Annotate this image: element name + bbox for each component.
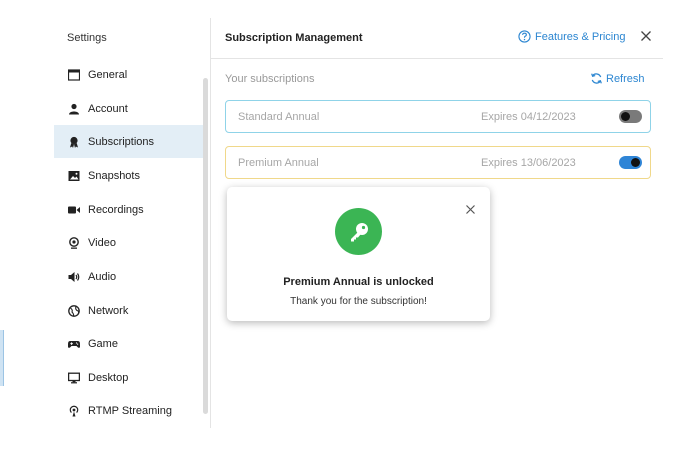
- main-header: Subscription Management Features & Prici…: [211, 18, 663, 59]
- help-icon: [518, 30, 531, 43]
- settings-sidebar: Settings General Account Subscriptions S…: [54, 18, 210, 428]
- page-title: Subscription Management: [225, 32, 363, 44]
- sidebar-item-network[interactable]: Network: [54, 294, 208, 327]
- video-camera-icon: [67, 203, 80, 216]
- subscription-row-premium: Premium Annual Expires 13/06/2023: [225, 146, 651, 179]
- refresh-icon: [591, 73, 602, 84]
- sidebar-item-rtmp-streaming[interactable]: RTMP Streaming: [54, 394, 208, 427]
- subscription-toggle-premium[interactable]: [619, 156, 642, 169]
- toggle-knob: [621, 112, 630, 121]
- broadcast-icon: [67, 404, 80, 417]
- sidebar-item-label: Recordings: [88, 203, 144, 216]
- sidebar-item-label: Audio: [88, 270, 117, 283]
- key-icon: [350, 222, 368, 241]
- sidebar-item-account[interactable]: Account: [54, 92, 208, 125]
- sidebar-item-subscriptions[interactable]: Subscriptions: [54, 125, 208, 158]
- subscription-expiry: Expires 13/06/2023: [481, 157, 576, 169]
- subscription-toggle-standard[interactable]: [619, 110, 642, 123]
- image-icon: [67, 169, 80, 182]
- sidebar-item-label: Network: [88, 304, 129, 317]
- sidebar-item-label: Account: [88, 102, 128, 115]
- sidebar-item-desktop[interactable]: Desktop: [54, 361, 208, 394]
- sidebar-item-label: Video: [88, 236, 116, 249]
- subscription-row-standard: Standard Annual Expires 04/12/2023: [225, 100, 651, 133]
- sidebar-item-general[interactable]: General: [54, 58, 208, 91]
- close-settings-button[interactable]: [639, 29, 653, 43]
- sidebar-item-label: Subscriptions: [88, 135, 155, 148]
- sidebar-title: Settings: [67, 32, 107, 44]
- gamepad-icon: [67, 337, 80, 350]
- key-badge: [335, 208, 382, 255]
- sidebar-item-game[interactable]: Game: [54, 327, 208, 360]
- close-icon: [466, 205, 475, 214]
- panel-divider: [210, 18, 211, 428]
- monitor-icon: [67, 371, 80, 384]
- close-icon: [641, 31, 651, 41]
- webcam-icon: [67, 236, 80, 249]
- unlock-confirmation-popup: Premium Annual is unlocked Thank you for…: [227, 187, 490, 321]
- popup-message: Thank you for the subscription!: [290, 296, 427, 307]
- features-pricing-label: Features & Pricing: [535, 30, 626, 43]
- refresh-button[interactable]: Refresh: [590, 72, 645, 85]
- sidebar-item-label: RTMP Streaming: [88, 404, 172, 417]
- badge-icon: [67, 135, 80, 148]
- sidebar-item-label: Desktop: [88, 371, 129, 384]
- speaker-icon: [67, 270, 80, 283]
- sidebar-item-label: General: [88, 68, 128, 81]
- sidebar-item-video[interactable]: Video: [54, 226, 208, 259]
- popup-title: Premium Annual is unlocked: [283, 276, 434, 288]
- subscription-name: Standard Annual: [238, 111, 320, 123]
- sidebar-item-label: Game: [88, 337, 118, 350]
- sidebar-item-audio[interactable]: Audio: [54, 260, 208, 293]
- left-edge-accent: [0, 330, 4, 386]
- subscription-name: Premium Annual: [238, 157, 319, 169]
- user-icon: [67, 102, 80, 115]
- window-icon: [67, 68, 80, 81]
- globe-icon: [67, 304, 80, 317]
- subscription-expiry: Expires 04/12/2023: [481, 111, 576, 123]
- features-pricing-link[interactable]: Features & Pricing: [518, 30, 625, 43]
- sidebar-item-label: Snapshots: [88, 169, 140, 182]
- sidebar-scrollbar[interactable]: [203, 78, 208, 414]
- popup-close-button[interactable]: [465, 202, 476, 214]
- subscriptions-section-label: Your subscriptions: [225, 73, 315, 85]
- sidebar-item-recordings[interactable]: Recordings: [54, 193, 208, 226]
- sidebar-item-snapshots[interactable]: Snapshots: [54, 159, 208, 192]
- toggle-knob: [631, 158, 640, 167]
- refresh-label: Refresh: [606, 72, 645, 85]
